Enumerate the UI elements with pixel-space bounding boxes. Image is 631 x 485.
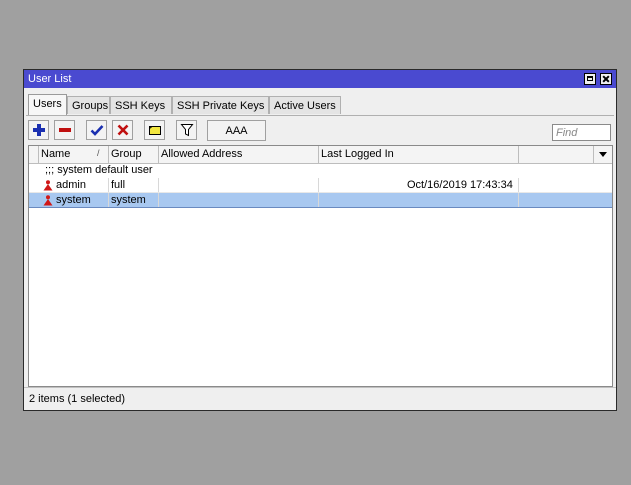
column-divider <box>158 146 159 163</box>
tab-active-users[interactable]: Active Users <box>269 96 341 114</box>
user-icon <box>43 180 53 191</box>
toolbar: AAA <box>24 120 616 144</box>
find-input[interactable] <box>552 124 611 141</box>
column-header-name[interactable]: Name <box>41 148 70 160</box>
cell-divider <box>158 193 159 208</box>
cell-divider <box>158 178 159 193</box>
disable-button[interactable] <box>112 120 133 140</box>
column-header-allowed-address[interactable]: Allowed Address <box>161 148 242 160</box>
filter-icon <box>180 124 194 137</box>
comment-button[interactable] <box>144 120 165 140</box>
cell-divider <box>318 178 319 193</box>
status-bar: 2 items (1 selected) <box>24 387 616 410</box>
maximize-button[interactable] <box>584 73 596 85</box>
cell-divider <box>318 193 319 208</box>
column-menu-button[interactable] <box>594 146 612 163</box>
user-table: Name / Group Allowed Address Last Logged… <box>28 145 613 387</box>
comment-text: ;;; system default user <box>45 164 153 176</box>
cell-divider <box>518 193 519 208</box>
filter-button[interactable] <box>176 120 197 140</box>
window-title: User List <box>28 73 72 85</box>
table-header: Name / Group Allowed Address Last Logged… <box>29 146 612 164</box>
column-header-last-logged-in[interactable]: Last Logged In <box>321 148 394 160</box>
user-last-logged-in: Oct/16/2019 17:43:34 <box>407 179 513 191</box>
enable-icon <box>90 125 104 136</box>
table-row[interactable]: system system <box>29 193 612 208</box>
user-group: system <box>111 194 146 206</box>
status-text: 2 items (1 selected) <box>29 393 125 405</box>
column-divider <box>108 146 109 163</box>
table-row[interactable]: admin full Oct/16/2019 17:43:34 <box>29 178 612 193</box>
cell-divider <box>518 178 519 193</box>
remove-icon <box>59 128 71 132</box>
tab-users[interactable]: Users <box>28 94 67 115</box>
tab-divider <box>26 115 614 116</box>
disable-icon <box>117 124 129 136</box>
add-icon <box>33 124 45 136</box>
cell-divider <box>108 193 109 208</box>
tab-ssh-keys[interactable]: SSH Keys <box>110 96 172 114</box>
comment-icon <box>149 126 161 135</box>
enable-button[interactable] <box>86 120 107 140</box>
tab-ssh-private-keys[interactable]: SSH Private Keys <box>172 96 269 114</box>
user-icon <box>43 195 53 206</box>
user-name: admin <box>56 179 86 191</box>
user-name: system <box>56 194 91 206</box>
column-divider <box>318 146 319 163</box>
remove-button[interactable] <box>54 120 75 140</box>
add-button[interactable] <box>28 120 49 140</box>
column-header-group[interactable]: Group <box>111 148 142 160</box>
cell-divider <box>108 178 109 193</box>
comment-row[interactable]: ;;; system default user <box>29 163 612 178</box>
window-titlebar[interactable]: User List <box>24 70 616 88</box>
user-group: full <box>111 179 126 191</box>
column-divider <box>518 146 519 163</box>
aaa-button[interactable]: AAA <box>207 120 266 141</box>
tab-groups[interactable]: Groups <box>67 96 110 114</box>
sort-indicator: / <box>97 148 100 158</box>
column-divider <box>38 146 39 163</box>
row-divider <box>29 207 612 208</box>
user-list-window: User List Users Groups SSH Keys SSH Priv… <box>23 69 617 411</box>
close-button[interactable] <box>600 73 612 85</box>
